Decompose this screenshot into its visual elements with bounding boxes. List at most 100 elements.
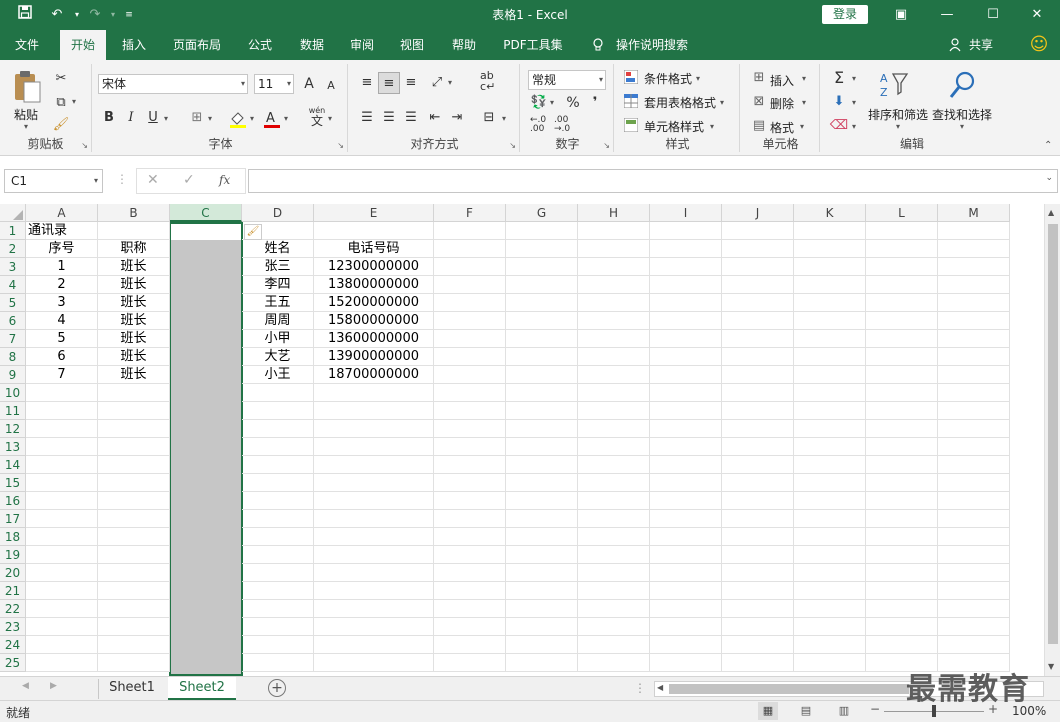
cell-l24[interactable] <box>866 636 938 654</box>
cell-m11[interactable] <box>938 402 1010 420</box>
cell-k3[interactable] <box>794 258 866 276</box>
cell-j2[interactable] <box>722 240 794 258</box>
cell-g21[interactable] <box>506 582 578 600</box>
tab-help[interactable]: 帮助 <box>442 30 486 60</box>
cell-a14[interactable] <box>26 456 98 474</box>
row-header-16[interactable]: 16 <box>0 492 26 510</box>
cell-b10[interactable] <box>98 384 170 402</box>
tab-file[interactable]: 文件 <box>4 30 50 60</box>
column-header-k[interactable]: K <box>794 204 866 222</box>
cell-k16[interactable] <box>794 492 866 510</box>
cell-h10[interactable] <box>578 384 650 402</box>
cell-d10[interactable] <box>242 384 314 402</box>
prev-sheet-icon[interactable]: ◀ <box>22 681 29 691</box>
cell-b16[interactable] <box>98 492 170 510</box>
align-right-icon[interactable]: ☰ <box>400 107 422 129</box>
cell-l16[interactable] <box>866 492 938 510</box>
font-color-dropdown-icon[interactable]: ▾ <box>284 114 288 123</box>
cell-styles-button[interactable]: 单元格样式 <box>644 118 704 135</box>
wrap-text-icon[interactable]: ab c↵ <box>480 70 502 94</box>
selected-column-c[interactable] <box>169 222 243 676</box>
delete-cells-icon[interactable]: ⊠ <box>748 91 770 113</box>
cell-a24[interactable] <box>26 636 98 654</box>
cell-i8[interactable] <box>650 348 722 366</box>
close-icon[interactable]: ✕ <box>1014 0 1060 30</box>
format-as-table-dropdown-icon[interactable]: ▾ <box>720 98 724 107</box>
column-header-a[interactable]: A <box>26 204 98 222</box>
cell-d3[interactable]: 张三 <box>242 258 314 276</box>
cell-i18[interactable] <box>650 528 722 546</box>
cell-e25[interactable] <box>314 654 434 672</box>
cell-d5[interactable]: 王五 <box>242 294 314 312</box>
cell-j9[interactable] <box>722 366 794 384</box>
cell-k18[interactable] <box>794 528 866 546</box>
cancel-formula-icon[interactable]: ✕ <box>147 172 159 188</box>
cell-g16[interactable] <box>506 492 578 510</box>
cell-l6[interactable] <box>866 312 938 330</box>
vertical-scrollbar[interactable]: ▲ ▼ <box>1044 204 1060 676</box>
cell-h12[interactable] <box>578 420 650 438</box>
cell-b8[interactable]: 班长 <box>98 348 170 366</box>
cell-j19[interactable] <box>722 546 794 564</box>
cell-a25[interactable] <box>26 654 98 672</box>
cell-j11[interactable] <box>722 402 794 420</box>
cell-l18[interactable] <box>866 528 938 546</box>
tab-view[interactable]: 视图 <box>390 30 434 60</box>
cell-a2[interactable]: 序号 <box>26 240 98 258</box>
scroll-left-icon[interactable]: ◀ <box>657 683 663 692</box>
row-header-11[interactable]: 11 <box>0 402 26 420</box>
enter-formula-icon[interactable]: ✓ <box>183 172 195 188</box>
cell-m19[interactable] <box>938 546 1010 564</box>
cell-b17[interactable] <box>98 510 170 528</box>
font-name-combo[interactable]: 宋体 ▾ <box>98 74 248 94</box>
cell-a21[interactable] <box>26 582 98 600</box>
conditional-format-icon[interactable] <box>623 69 639 85</box>
cell-d20[interactable] <box>242 564 314 582</box>
cell-a12[interactable] <box>26 420 98 438</box>
cell-k7[interactable] <box>794 330 866 348</box>
row-header-21[interactable]: 21 <box>0 582 26 600</box>
cell-h6[interactable] <box>578 312 650 330</box>
cell-b19[interactable] <box>98 546 170 564</box>
cell-j22[interactable] <box>722 600 794 618</box>
tell-me-search[interactable]: 操作说明搜索 <box>612 30 692 60</box>
fill-dropdown-icon[interactable]: ▾ <box>852 98 856 107</box>
cell-g25[interactable] <box>506 654 578 672</box>
sheet-tab-sheet1[interactable]: Sheet1 <box>100 677 164 700</box>
cell-i6[interactable] <box>650 312 722 330</box>
vertical-scroll-thumb[interactable] <box>1048 224 1058 644</box>
cell-i16[interactable] <box>650 492 722 510</box>
horizontal-scroll-thumb[interactable] <box>669 684 909 694</box>
cell-g18[interactable] <box>506 528 578 546</box>
cell-f16[interactable] <box>434 492 506 510</box>
copy-icon[interactable]: ⧉ <box>50 92 72 114</box>
cell-f24[interactable] <box>434 636 506 654</box>
insert-function-button[interactable]: fx <box>219 173 230 187</box>
cell-e4[interactable]: 13800000000 <box>314 276 434 294</box>
cell-h15[interactable] <box>578 474 650 492</box>
cell-g9[interactable] <box>506 366 578 384</box>
cell-i7[interactable] <box>650 330 722 348</box>
cell-m24[interactable] <box>938 636 1010 654</box>
cell-g8[interactable] <box>506 348 578 366</box>
cell-a9[interactable]: 7 <box>26 366 98 384</box>
cell-g20[interactable] <box>506 564 578 582</box>
align-middle-icon[interactable]: ≡ <box>378 72 400 94</box>
cell-styles-dropdown-icon[interactable]: ▾ <box>710 122 714 131</box>
format-as-table-button[interactable]: 套用表格格式 <box>644 94 716 111</box>
number-launcher-icon[interactable]: ↘ <box>603 141 610 150</box>
cell-e2[interactable]: 电话号码 <box>314 240 434 258</box>
cell-g1[interactable] <box>506 222 578 240</box>
cell-d13[interactable] <box>242 438 314 456</box>
cell-f7[interactable] <box>434 330 506 348</box>
expand-formula-icon[interactable]: ⌄ <box>1045 173 1053 183</box>
cell-i2[interactable] <box>650 240 722 258</box>
scroll-down-icon[interactable]: ▼ <box>1048 662 1054 671</box>
cell-j8[interactable] <box>722 348 794 366</box>
tab-formulas[interactable]: 公式 <box>238 30 282 60</box>
row-header-2[interactable]: 2 <box>0 240 26 258</box>
cell-g10[interactable] <box>506 384 578 402</box>
name-box-dropdown-icon[interactable]: ▾ <box>94 170 98 192</box>
share-button[interactable]: 共享 <box>966 30 996 60</box>
cell-h5[interactable] <box>578 294 650 312</box>
